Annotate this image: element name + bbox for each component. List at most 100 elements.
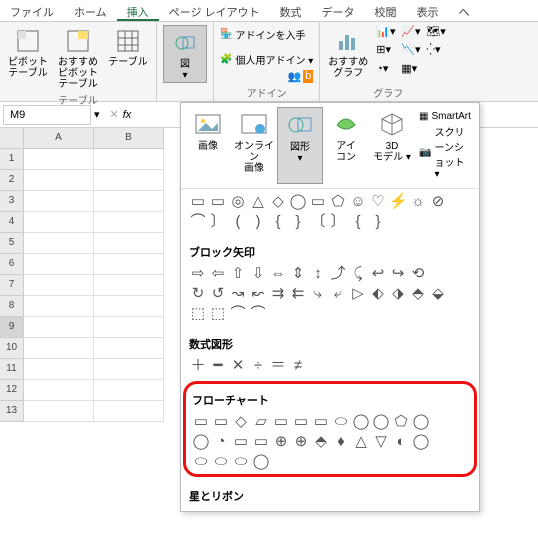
shape-item[interactable]: ⬭ <box>212 452 230 472</box>
row-header[interactable]: 4 <box>0 212 24 233</box>
tab-home[interactable]: ホーム <box>64 0 117 21</box>
shape-item[interactable]: ≠ <box>289 356 307 376</box>
shape-item[interactable]: 〕 <box>329 212 347 232</box>
shape-item[interactable]: ◯ <box>412 412 430 432</box>
screenshot-button[interactable]: 📷スクリーンショット ▾ <box>419 124 471 180</box>
shape-item[interactable]: ⤷ <box>309 284 327 304</box>
chart-area-icon[interactable]: 🗺▾ <box>426 25 450 42</box>
shape-gallery-row[interactable]: ⇨⇦⇧⇩⇔⇕↕⤴⤹↩↪⟲ <box>189 264 471 284</box>
3d-models-button[interactable]: 3D モデル ▾ <box>369 107 415 184</box>
shape-item[interactable]: ⌒ <box>249 304 267 324</box>
shape-item[interactable]: ◔ <box>212 432 230 452</box>
shape-gallery-row[interactable]: ＋━✕÷＝≠ <box>189 356 471 376</box>
shape-item[interactable]: ) <box>249 212 267 232</box>
shape-item[interactable]: ( <box>229 212 247 232</box>
shape-item[interactable]: { <box>269 212 287 232</box>
row-header[interactable]: 8 <box>0 296 24 317</box>
shape-item[interactable]: ↝ <box>229 284 247 304</box>
shape-item[interactable]: ⊘ <box>429 192 447 212</box>
shape-item[interactable]: ▭ <box>252 432 270 452</box>
shape-item[interactable]: { <box>349 212 367 232</box>
shape-item[interactable]: ◯ <box>289 192 307 212</box>
shape-gallery-row[interactable]: ⬚⬚⌒⌒ <box>189 304 471 324</box>
shape-item[interactable]: ⬗ <box>389 284 407 304</box>
shape-item[interactable]: ↕ <box>309 264 327 284</box>
shape-item[interactable]: ÷ <box>249 356 267 376</box>
col-header[interactable]: A <box>24 128 94 149</box>
shape-item[interactable]: ⇇ <box>289 284 307 304</box>
shape-item[interactable]: } <box>289 212 307 232</box>
tab-formulas[interactable]: 数式 <box>270 0 312 21</box>
shape-item[interactable]: ▭ <box>189 192 207 212</box>
chart-surface-icon[interactable]: ▦▾ <box>401 62 425 79</box>
row-header[interactable]: 13 <box>0 401 24 422</box>
name-box[interactable] <box>3 105 91 125</box>
shape-item[interactable]: ▭ <box>212 412 230 432</box>
shape-item[interactable]: 〔 <box>309 212 327 232</box>
bing-icon[interactable]: b <box>303 70 313 83</box>
namebox-dropdown-icon[interactable]: ▾ <box>94 108 100 121</box>
row-header[interactable]: 1 <box>0 149 24 170</box>
shape-item[interactable]: ⬠ <box>392 412 410 432</box>
illustrations-button[interactable]: 図 ▾ <box>163 25 207 83</box>
shape-item[interactable]: ⇩ <box>249 264 267 284</box>
shape-item[interactable]: ◯ <box>372 412 390 432</box>
row-header[interactable]: 5 <box>0 233 24 254</box>
chart-scatter-icon[interactable]: ⁛▾ <box>426 43 450 60</box>
shape-item[interactable]: ▭ <box>292 412 310 432</box>
smartart-button[interactable]: ▦SmartArt <box>419 111 471 122</box>
shape-item[interactable]: ⬭ <box>192 452 210 472</box>
shape-item[interactable]: ＋ <box>189 356 207 376</box>
online-images-button[interactable]: オンライン 画像 <box>231 107 277 184</box>
shape-item[interactable]: △ <box>249 192 267 212</box>
shape-item[interactable]: ⟲ <box>409 264 427 284</box>
shape-item[interactable]: ▭ <box>309 192 327 212</box>
shape-item[interactable]: ↜ <box>249 284 267 304</box>
shape-item[interactable]: ⬘ <box>312 432 330 452</box>
tab-pagelayout[interactable]: ページ レイアウト <box>159 0 270 21</box>
shape-item[interactable]: ♡ <box>369 192 387 212</box>
chart-pie-icon[interactable]: ◔▾ <box>376 62 400 79</box>
shape-item[interactable]: ⬭ <box>232 452 250 472</box>
shape-gallery-row[interactable]: ⌒〕(){}〔〕{} <box>189 212 471 232</box>
people-icon[interactable]: 👥 <box>287 70 301 83</box>
cancel-icon[interactable]: ✕ <box>110 108 119 121</box>
get-addins-button[interactable]: 🏪アドインを入手 <box>220 27 305 42</box>
shape-item[interactable]: ⇉ <box>269 284 287 304</box>
shape-item[interactable]: ☼ <box>409 192 427 212</box>
images-button[interactable]: 画像 <box>185 107 231 184</box>
shape-item[interactable]: ⊕ <box>292 432 310 452</box>
shape-item[interactable]: ♦ <box>332 432 350 452</box>
shape-gallery-row[interactable]: ▭▭◎△◇◯▭⬠☺♡⚡☼⊘ <box>189 192 471 212</box>
shape-item[interactable]: } <box>369 212 387 232</box>
shape-item[interactable]: ━ <box>209 356 227 376</box>
shape-item[interactable]: ◯ <box>412 432 430 452</box>
shape-item[interactable]: ▽ <box>372 432 390 452</box>
shape-item[interactable]: ⌒ <box>189 212 207 232</box>
shape-item[interactable]: ⬭ <box>332 412 350 432</box>
shape-item[interactable]: ⬠ <box>329 192 347 212</box>
row-header[interactable]: 9 <box>0 317 24 338</box>
shape-item[interactable]: ▭ <box>192 412 210 432</box>
shape-item[interactable]: ◯ <box>192 432 210 452</box>
shape-item[interactable]: ⇦ <box>209 264 227 284</box>
chart-stat-icon[interactable]: 📉▾ <box>401 43 425 60</box>
row-header[interactable]: 11 <box>0 359 24 380</box>
tab-file[interactable]: ファイル <box>0 0 64 21</box>
shape-gallery-row[interactable]: ↻↺↝↜⇉⇇⤷⤶▷⬖⬗⬘⬙ <box>189 284 471 304</box>
shape-item[interactable]: ☺ <box>349 192 367 212</box>
shapes-button[interactable]: 図形▾ <box>277 107 323 184</box>
shape-item[interactable]: ◇ <box>232 412 250 432</box>
row-header[interactable]: 7 <box>0 275 24 296</box>
shape-item[interactable]: ⊕ <box>272 432 290 452</box>
shape-item[interactable]: △ <box>352 432 370 452</box>
shape-gallery-row[interactable]: ◯◔▭▭⊕⊕⬘♦△▽◐◯ <box>192 432 468 452</box>
shape-gallery-row[interactable]: ⬭⬭⬭◯ <box>192 452 468 472</box>
cell-grid[interactable] <box>24 149 164 422</box>
tab-view[interactable]: 表示 <box>407 0 449 21</box>
shape-item[interactable]: ⇨ <box>189 264 207 284</box>
shape-item[interactable]: ◐ <box>392 432 410 452</box>
shape-item[interactable]: ⤹ <box>349 264 367 284</box>
shape-item[interactable]: ⚡ <box>389 192 407 212</box>
shape-item[interactable]: ＝ <box>269 356 287 376</box>
